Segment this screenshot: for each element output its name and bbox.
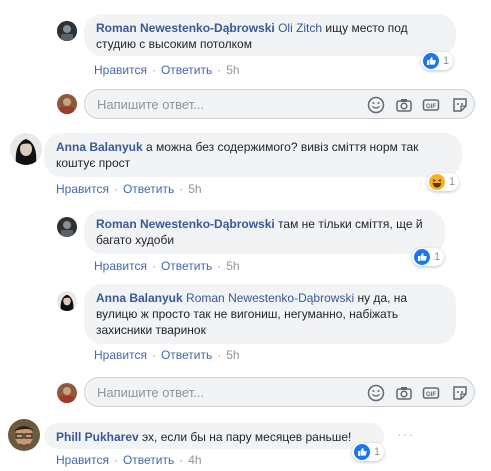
timestamp[interactable]: 5h	[226, 63, 239, 77]
emoji-icon[interactable]	[367, 384, 385, 402]
like-icon	[354, 444, 370, 460]
comment-actions: Нравится · Ответить · 5h	[94, 348, 240, 362]
reaction-count[interactable]: 1	[412, 248, 445, 266]
like-link[interactable]: Нравится	[94, 259, 147, 273]
comment-text: эх, если бы на пару месяцев раньше!	[142, 430, 352, 444]
comment-mention[interactable]: Roman Newestenko-Dąbrowski	[186, 291, 354, 305]
timestamp[interactable]: 5h	[226, 348, 239, 362]
reaction-count-value: 1	[434, 251, 441, 263]
svg-text:GIF: GIF	[426, 392, 436, 398]
like-icon	[423, 53, 439, 69]
emoji-icon[interactable]	[367, 96, 385, 114]
avatar-roman[interactable]	[57, 21, 77, 41]
reply-link[interactable]: Ответить	[161, 348, 212, 362]
comment-bubble: Anna Balanyuk а можна без содержимого? в…	[44, 133, 462, 177]
separator: ·	[217, 259, 222, 273]
comment-bubble: Roman Newestenko-Dąbrowski Oli Zitch ищу…	[84, 14, 456, 56]
like-link[interactable]: Нравится	[56, 453, 109, 467]
comment-bubble: Roman Newestenko-Dąbrowski там не тільки…	[84, 210, 445, 254]
reply-input[interactable]	[95, 96, 339, 113]
reply-composer: GIF	[84, 377, 475, 407]
separator: ·	[113, 182, 118, 196]
separator: ·	[217, 63, 222, 77]
comment-bubble: Anna Balanyuk Roman Newestenko-Dąbrowski…	[84, 284, 456, 344]
gif-icon[interactable]: GIF	[422, 384, 440, 402]
reply-link[interactable]: Ответить	[161, 259, 212, 273]
reply-link[interactable]: Ответить	[161, 63, 212, 77]
avatar-phill[interactable]	[8, 419, 40, 451]
separator: ·	[217, 348, 222, 362]
like-link[interactable]: Нравится	[94, 348, 147, 362]
timestamp[interactable]: 5h	[226, 259, 239, 273]
comment-author[interactable]: Anna Balanyuk	[56, 140, 143, 154]
separator: ·	[151, 63, 156, 77]
comment-author[interactable]: Roman Newestenko-Dąbrowski	[96, 21, 275, 35]
gif-icon[interactable]: GIF	[422, 96, 440, 114]
timestamp[interactable]: 5h	[188, 182, 201, 196]
camera-icon[interactable]	[395, 96, 413, 114]
reaction-count[interactable]: 1	[352, 443, 385, 461]
separator: ·	[113, 453, 118, 467]
reaction-count-value: 1	[443, 55, 450, 67]
comment-bubble: Phill Pukharev эх, если бы на пару месяц…	[44, 423, 384, 449]
separator: ·	[151, 348, 156, 362]
comment-author[interactable]: Anna Balanyuk	[96, 291, 183, 305]
reaction-count[interactable]: 1	[421, 52, 454, 70]
like-link[interactable]: Нравится	[94, 63, 147, 77]
reaction-count-value: 1	[449, 176, 456, 188]
comment-mention[interactable]: Oli Zitch	[278, 21, 322, 35]
reply-link[interactable]: Ответить	[123, 453, 174, 467]
like-link[interactable]: Нравится	[56, 182, 109, 196]
svg-text:GIF: GIF	[426, 104, 436, 110]
reply-input[interactable]	[95, 384, 339, 401]
avatar-anna[interactable]	[10, 133, 42, 165]
sticker-icon[interactable]	[451, 96, 469, 114]
separator: ·	[179, 453, 184, 467]
reaction-count-value: 1	[374, 446, 381, 458]
comment-actions: Нравится · Ответить · 5h	[94, 259, 240, 273]
timestamp[interactable]: 4h	[188, 453, 201, 467]
avatar-anna[interactable]	[57, 291, 77, 311]
sticker-icon[interactable]	[451, 384, 469, 402]
avatar-current-user	[57, 383, 77, 403]
comment-author[interactable]: Roman Newestenko-Dąbrowski	[96, 217, 275, 231]
reply-composer: GIF	[84, 89, 475, 119]
avatar-roman[interactable]	[57, 217, 77, 237]
reaction-count[interactable]: 1	[427, 173, 460, 191]
comment-actions: Нравится · Ответить · 4h	[56, 453, 202, 467]
comment-actions: Нравится · Ответить · 5h	[94, 63, 240, 77]
more-options-icon[interactable]: ···	[397, 426, 414, 442]
reply-link[interactable]: Ответить	[123, 182, 174, 196]
avatar-current-user	[57, 94, 77, 114]
camera-icon[interactable]	[395, 384, 413, 402]
comment-actions: Нравится · Ответить · 5h	[56, 182, 202, 196]
separator: ·	[151, 259, 156, 273]
haha-icon	[429, 174, 445, 190]
separator: ·	[179, 182, 184, 196]
comment-author[interactable]: Phill Pukharev	[56, 430, 139, 444]
like-icon	[414, 249, 430, 265]
